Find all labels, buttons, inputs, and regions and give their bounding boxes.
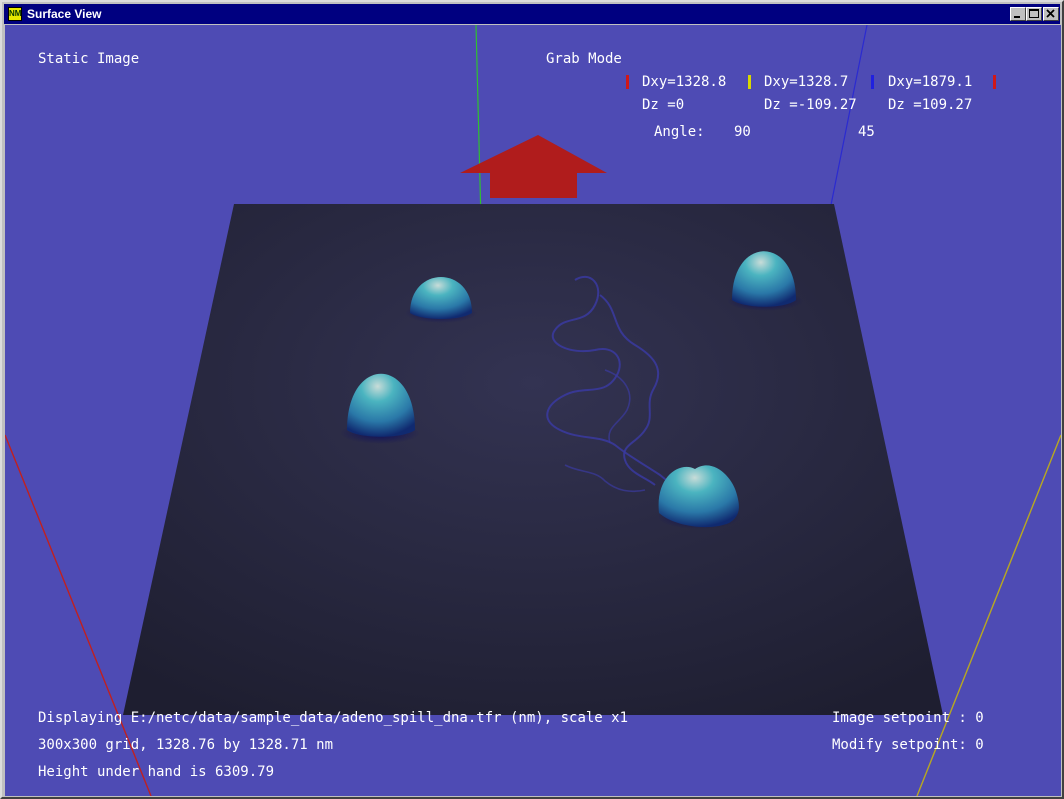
minimize-button[interactable]	[1010, 7, 1026, 21]
app-icon: NM	[8, 7, 22, 21]
close-button[interactable]	[1043, 7, 1059, 21]
window-title: Surface View	[27, 7, 102, 21]
surface-3d-viewport[interactable]: Static Image Grab Mode Dxy=1328.8 Dxy=13…	[5, 25, 1061, 796]
status-height: Height under hand is 6309.79	[38, 764, 275, 780]
blue-marker-icon	[871, 75, 874, 89]
blue-dxy: Dxy=1879.1	[888, 74, 973, 90]
title-bar[interactable]: NM Surface View	[4, 4, 1060, 24]
angle-label: Angle:	[654, 124, 705, 140]
red-marker-icon	[626, 75, 629, 89]
modify-setpoint: Modify setpoint: 0	[832, 737, 984, 753]
surface-scene[interactable]	[5, 25, 1061, 796]
maximize-button[interactable]	[1026, 7, 1042, 21]
yellow-dz: Dz =-109.27	[764, 97, 857, 113]
close-icon	[1046, 9, 1055, 18]
minimize-icon	[1014, 16, 1020, 18]
blue-dz: Dz =109.27	[888, 97, 973, 113]
mode-label-right: Grab Mode	[546, 51, 622, 67]
surface-plane[interactable]	[123, 204, 943, 715]
red-dxy: Dxy=1328.8	[642, 74, 727, 90]
maximize-icon	[1029, 9, 1039, 18]
mode-label-left: Static Image	[38, 51, 140, 67]
status-grid: 300x300 grid, 1328.76 by 1328.71 nm	[38, 737, 334, 753]
yellow-dxy: Dxy=1328.7	[764, 74, 849, 90]
red-dz: Dz =0	[642, 97, 685, 113]
surface-view-window: NM Surface View Static Image Grab Mode D…	[0, 0, 1064, 799]
blue-axis-line	[830, 25, 868, 206]
image-setpoint: Image setpoint : 0	[832, 710, 984, 726]
yellow-marker-icon	[748, 75, 751, 89]
red-marker-icon	[993, 75, 996, 89]
status-displaying: Displaying E:/netc/data/sample_data/aden…	[38, 710, 629, 726]
angle-value-1: 90	[734, 124, 751, 140]
green-axis-line	[475, 25, 482, 222]
grab-arrow-icon[interactable]	[460, 135, 607, 198]
angle-value-2: 45	[858, 124, 875, 140]
